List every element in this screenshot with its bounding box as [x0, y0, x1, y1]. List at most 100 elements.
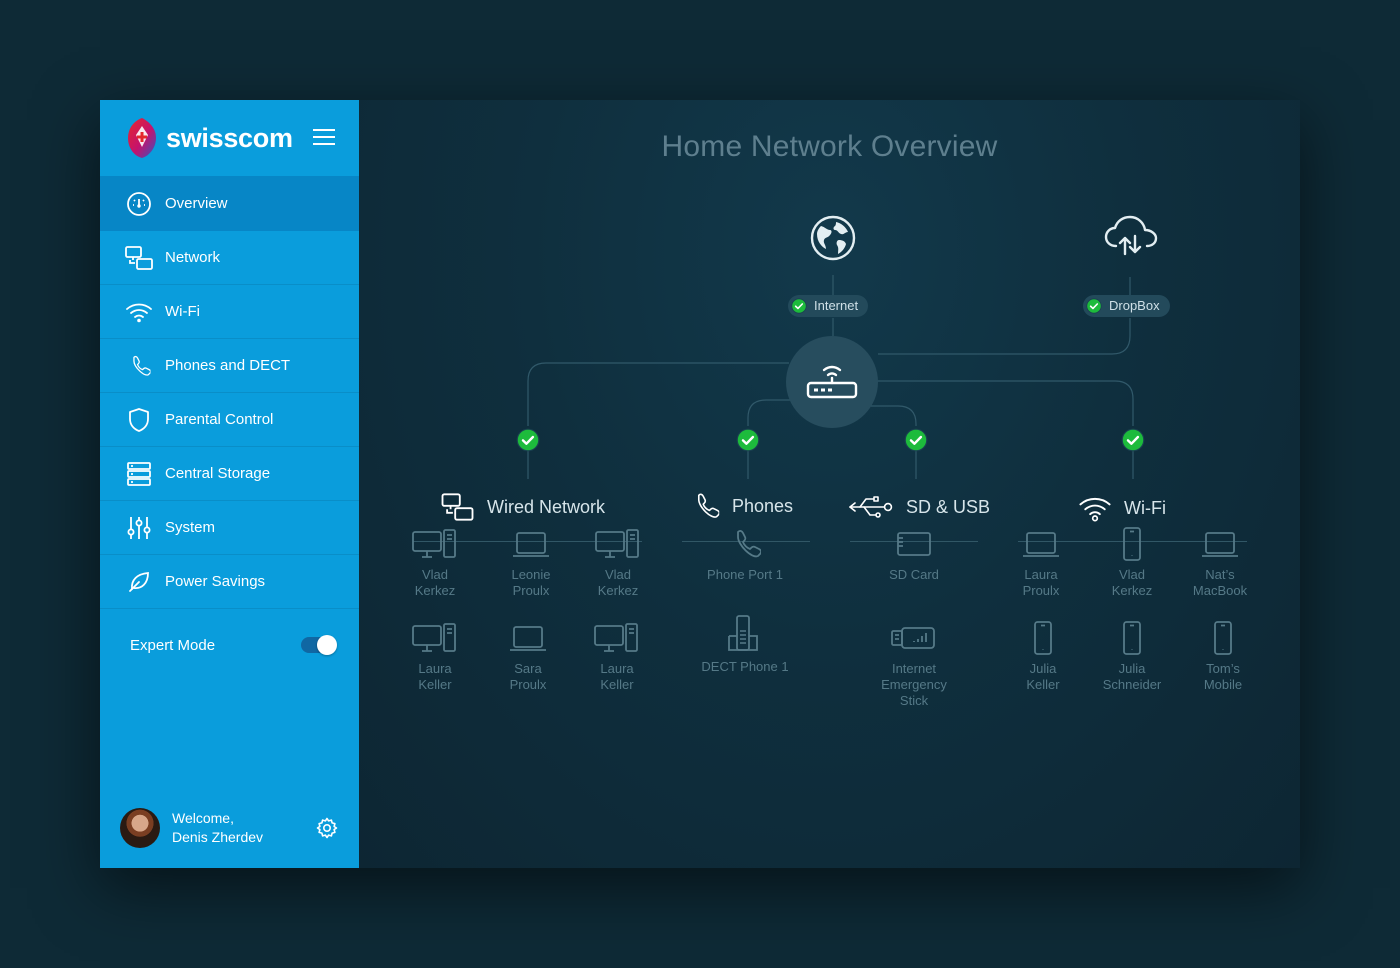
- device-item[interactable]: Leonie Proulx: [483, 526, 579, 599]
- category-sd-usb[interactable]: SD & USB: [848, 494, 990, 520]
- device-label: Emergency Stick: [881, 677, 947, 708]
- desktop-icon: [387, 620, 483, 656]
- sidebar-item-phones[interactable]: Phones and DECT: [100, 339, 359, 393]
- device-item[interactable]: Vlad Kerkez: [387, 526, 483, 599]
- category-phones[interactable]: Phones: [690, 490, 793, 522]
- category-wired-network[interactable]: Wired Network: [440, 492, 605, 522]
- sidebar-item-label: Parental Control: [165, 411, 274, 428]
- sdusb-status-icon: [904, 428, 928, 452]
- category-wifi[interactable]: Wi-Fi: [1078, 494, 1166, 522]
- device-item[interactable]: Tom’s Mobile: [1175, 620, 1271, 693]
- device-item[interactable]: DECT Phone 1: [697, 618, 793, 675]
- globe-icon: [810, 215, 856, 261]
- sidebar: swisscom Overview Network Wi-Fi Phones a…: [100, 100, 359, 868]
- internet-status-badge[interactable]: Internet: [788, 295, 869, 317]
- sidebar-item-central-storage[interactable]: Central Storage: [100, 447, 359, 501]
- smartphone-icon: [1084, 620, 1180, 656]
- sidebar-item-label: Power Savings: [165, 573, 266, 590]
- sidebar-item-parental-control[interactable]: Parental Control: [100, 393, 359, 447]
- app-window: swisscom Overview Network Wi-Fi Phones a…: [100, 100, 1300, 868]
- wifi-status-icon: [1121, 428, 1145, 452]
- sliders-icon: [125, 514, 153, 542]
- logo-bar: swisscom: [100, 100, 359, 176]
- sidebar-item-network[interactable]: Network: [100, 231, 359, 285]
- device-item[interactable]: Julia Schneider: [1084, 620, 1180, 693]
- sidebar-item-label: Central Storage: [165, 465, 271, 482]
- device-label: Proulx: [512, 583, 550, 598]
- sidebar-item-overview[interactable]: Overview: [100, 176, 359, 231]
- category-label: SD & USB: [906, 496, 991, 517]
- welcome-greeting: Welcome,: [172, 810, 234, 826]
- sidebar-item-power-savings[interactable]: Power Savings: [100, 555, 359, 609]
- sidebar-item-wifi[interactable]: Wi-Fi: [100, 285, 359, 339]
- avatar[interactable]: [120, 808, 160, 848]
- device-label: Kerkez: [1111, 583, 1153, 598]
- device-item[interactable]: SD Card: [866, 526, 962, 583]
- smartphone-icon: [1084, 526, 1180, 562]
- device-label: Proulx: [1022, 583, 1060, 598]
- device-label: Vlad: [1118, 567, 1146, 582]
- sidebar-item-label: Phones and DECT: [165, 357, 291, 374]
- device-item[interactable]: Vlad Kerkez: [570, 526, 666, 599]
- device-label: SD Card: [889, 567, 939, 582]
- desktop-icon: [387, 526, 483, 562]
- menu-icon[interactable]: [313, 129, 335, 147]
- device-label: Keller: [1026, 677, 1060, 692]
- user-name: Denis Zherdev: [172, 829, 264, 845]
- device-item[interactable]: Phone Port 1: [697, 526, 793, 583]
- expert-mode-toggle[interactable]: [301, 635, 337, 655]
- device-label: Kerkez: [597, 583, 639, 598]
- smartphone-icon: [1175, 620, 1271, 656]
- device-label: Kerkez: [414, 583, 456, 598]
- device-label: Keller: [600, 677, 634, 692]
- device-label: Laura: [1024, 567, 1058, 582]
- device-item[interactable]: Laura Keller: [387, 620, 483, 693]
- sidebar-item-label: Network: [165, 249, 221, 266]
- dropbox-label: DropBox: [1109, 298, 1160, 313]
- sidebar-item-system[interactable]: System: [100, 501, 359, 555]
- device-label: Tom’s: [1206, 661, 1240, 676]
- network-icon: [441, 493, 474, 521]
- storage-icon: [125, 460, 153, 488]
- device-item[interactable]: Laura Proulx: [993, 526, 1089, 599]
- phone-icon: [690, 490, 720, 522]
- device-label: Phone Port 1: [707, 567, 783, 582]
- dect-phone-icon: [697, 618, 793, 654]
- main-panel: Home Network Overview Internet DropBox W…: [359, 100, 1300, 868]
- wifi-icon: [125, 298, 153, 326]
- wifi-icon: [1079, 497, 1111, 522]
- check-icon: [1086, 298, 1102, 314]
- shield-icon: [125, 406, 153, 434]
- dropbox-status-badge[interactable]: DropBox: [1083, 295, 1170, 317]
- category-label: Wired Network: [487, 496, 606, 517]
- gear-icon[interactable]: [315, 816, 339, 840]
- check-icon: [791, 298, 807, 314]
- internet-label: Internet: [814, 298, 859, 313]
- laptop-icon: [993, 526, 1089, 562]
- device-label: Mobile: [1203, 677, 1243, 692]
- device-item[interactable]: Sara Proulx: [480, 620, 576, 693]
- laptop-icon: [1172, 526, 1268, 562]
- phone-icon: [697, 526, 793, 562]
- device-item[interactable]: Vlad Kerkez: [1084, 526, 1180, 599]
- device-label: Schneider: [1102, 677, 1162, 692]
- swisscom-logo-icon: [128, 118, 156, 158]
- usb-icon: [849, 496, 893, 518]
- sidebar-item-label: System: [165, 519, 216, 536]
- sidebar-item-label: Wi-Fi: [165, 303, 200, 320]
- device-label: Julia: [1029, 661, 1057, 676]
- usb-stick-icon: [866, 620, 962, 656]
- router-icon: [806, 365, 858, 399]
- device-label: Vlad: [604, 567, 632, 582]
- expert-mode-label: Expert Mode: [130, 636, 216, 654]
- device-label: Laura: [418, 661, 452, 676]
- router-node[interactable]: [786, 336, 878, 428]
- device-label: Internet: [891, 661, 937, 676]
- smartphone-icon: [995, 620, 1091, 656]
- device-item[interactable]: Laura Keller: [569, 620, 665, 693]
- device-item[interactable]: Internet Emergency Stick: [866, 620, 962, 709]
- leaf-icon: [125, 568, 153, 596]
- device-item[interactable]: Nat’s MacBook: [1172, 526, 1268, 599]
- device-label: DECT Phone 1: [701, 659, 789, 674]
- device-item[interactable]: Julia Keller: [995, 620, 1091, 693]
